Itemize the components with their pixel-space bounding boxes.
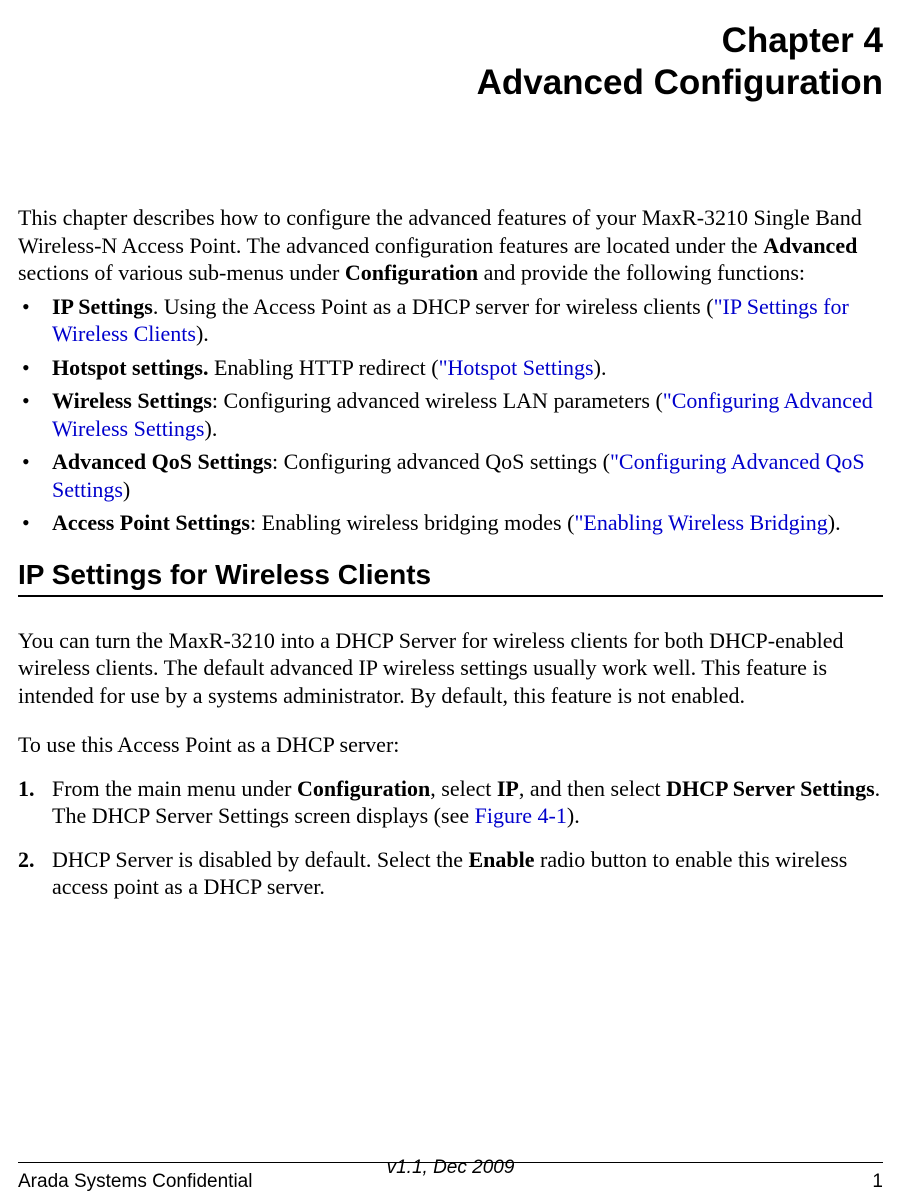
section-paragraph: You can turn the MaxR-3210 into a DHCP S… [18, 627, 883, 710]
link-hotspot-settings[interactable]: "Hotspot Settings [439, 355, 594, 380]
list-item: 2. DHCP Server is disabled by default. S… [18, 846, 883, 901]
list-item: Advanced QoS Settings: Configuring advan… [18, 448, 883, 503]
feature-bullet-list: IP Settings. Using the Access Point as a… [18, 293, 883, 537]
footer-version: v1.1, Dec 2009 [0, 1157, 901, 1179]
bold-configuration: Configuration [345, 260, 478, 285]
link-wireless-bridging[interactable]: "Enabling Wireless Bridging [574, 510, 827, 535]
link-figure-4-1[interactable]: Figure 4-1 [475, 803, 567, 828]
list-item: Wireless Settings: Configuring advanced … [18, 387, 883, 442]
list-item: IP Settings. Using the Access Point as a… [18, 293, 883, 348]
list-item: Hotspot settings. Enabling HTTP redirect… [18, 354, 883, 382]
steps-list: 1. From the main menu under Configuratio… [18, 775, 883, 901]
intro-paragraph: This chapter describes how to configure … [18, 204, 883, 287]
list-item: 1. From the main menu under Configuratio… [18, 775, 883, 830]
bold-advanced: Advanced [763, 233, 857, 258]
section-paragraph: To use this Access Point as a DHCP serve… [18, 731, 883, 759]
list-item: Access Point Settings: Enabling wireless… [18, 509, 883, 537]
chapter-name: Advanced Configuration [18, 62, 883, 104]
chapter-number: Chapter 4 [18, 20, 883, 62]
chapter-title: Chapter 4 Advanced Configuration [18, 20, 883, 104]
section-heading-ip-settings: IP Settings for Wireless Clients [18, 559, 883, 591]
section-divider [18, 595, 883, 597]
